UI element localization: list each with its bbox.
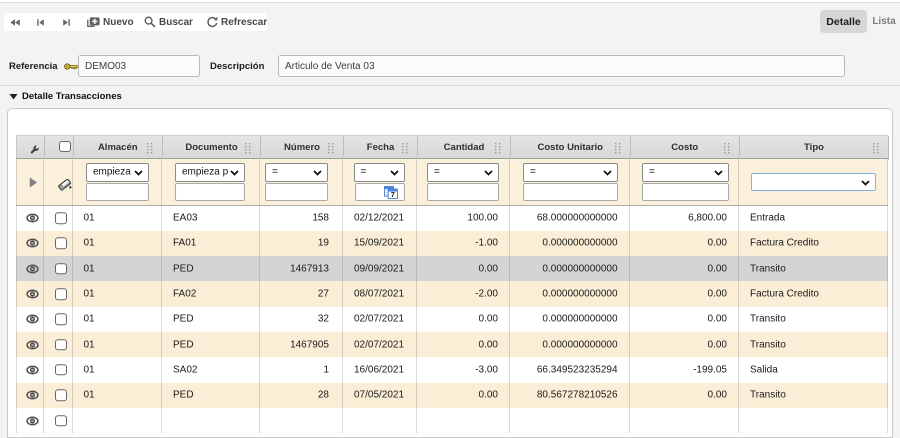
svg-text:7: 7: [390, 190, 394, 199]
